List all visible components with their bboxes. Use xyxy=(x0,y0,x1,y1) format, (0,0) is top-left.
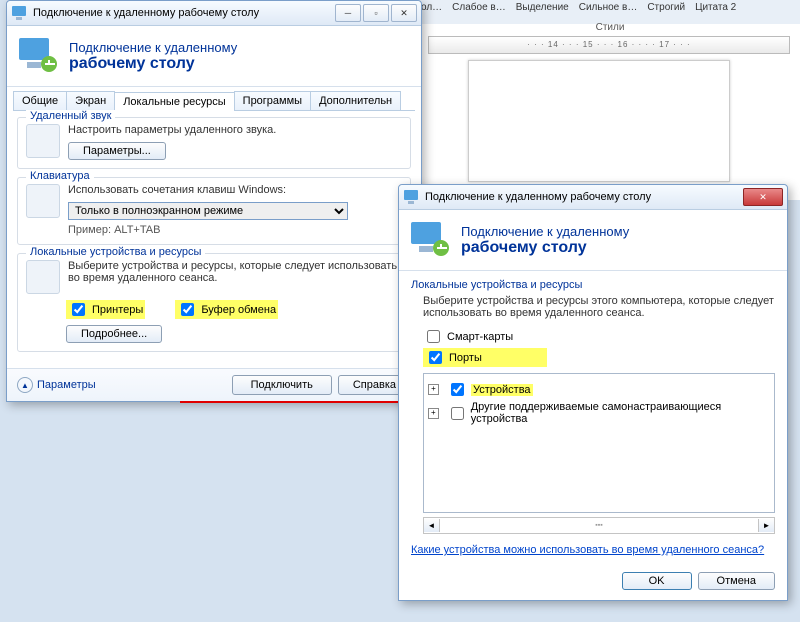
rdp-main-window: Подключение к удаленному рабочему столу … xyxy=(6,0,422,402)
horizontal-ruler: · · · 14 · · · 15 · · · 16 · · · · 17 · … xyxy=(428,36,790,54)
expand-icon[interactable]: + xyxy=(428,408,439,419)
header-line2: рабочему столу xyxy=(461,239,629,257)
checkbox-ports[interactable]: Порты xyxy=(423,348,547,367)
scroll-left-icon[interactable]: ◄ xyxy=(424,519,440,532)
minimize-button[interactable]: ─ xyxy=(335,4,361,22)
header-line1: Подключение к удаленному xyxy=(69,40,237,55)
chevron-up-icon: ▲ xyxy=(17,377,33,393)
tab-general[interactable]: Общие xyxy=(13,91,67,110)
checkbox-clipboard[interactable]: Буфер обмена xyxy=(175,300,278,319)
help-link[interactable]: Какие устройства можно использовать во в… xyxy=(411,544,764,556)
rdp-icon xyxy=(403,189,419,205)
keyboard-icon xyxy=(26,184,60,218)
speaker-icon xyxy=(26,124,60,158)
group-remote-sound: Удаленный звук Настроить параметры удале… xyxy=(17,117,411,169)
tree-item-other-pnp[interactable]: + Другие поддерживаемые самонастраивающи… xyxy=(428,401,770,425)
checkbox-printers[interactable]: Принтеры xyxy=(66,300,145,319)
horizontal-scrollbar[interactable]: ◄ ▪▪▪ ► xyxy=(423,517,775,534)
sound-settings-button[interactable]: Параметры... xyxy=(68,142,166,160)
close-button[interactable]: ✕ xyxy=(391,4,417,22)
tab-strip: Общие Экран Локальные ресурсы Программы … xyxy=(13,91,415,111)
close-button[interactable]: ✕ xyxy=(743,188,783,206)
rdp-icon xyxy=(11,5,27,21)
window-title: Подключение к удаленному рабочему столу xyxy=(33,7,335,19)
printer-icon xyxy=(26,260,60,294)
cancel-button[interactable]: Отмена xyxy=(698,572,775,590)
rdp-more-dialog: Подключение к удаленному рабочему столу … xyxy=(398,184,788,601)
devices-tree[interactable]: + Устройства + Другие поддерживаемые сам… xyxy=(423,373,775,513)
background-word-app: агол…Слабое в…ВыделениеСильное в…Строгий… xyxy=(420,0,800,200)
group-keyboard: Клавиатура Использовать сочетания клавиш… xyxy=(17,177,411,245)
header-line1: Подключение к удаленному xyxy=(461,224,629,239)
tree-item-drives[interactable]: + Устройства xyxy=(428,380,770,399)
rdp-header-icon xyxy=(409,218,453,262)
group-label: Локальные устройства и ресурсы xyxy=(411,279,775,291)
options-toggle[interactable]: ▲ Параметры xyxy=(17,377,96,393)
keyboard-combo[interactable]: Только в полноэкранном режиме xyxy=(68,202,348,220)
maximize-button[interactable]: ▫ xyxy=(363,4,389,22)
more-button[interactable]: Подробнее... xyxy=(66,325,162,343)
rdp-header-icon xyxy=(17,34,61,78)
checkbox-smartcards[interactable]: Смарт-карты xyxy=(423,327,775,346)
ok-button[interactable]: OK xyxy=(622,572,692,590)
connect-button[interactable]: Подключить xyxy=(232,375,332,395)
document-page xyxy=(468,60,730,182)
ribbon-group-label: Стили xyxy=(420,20,800,33)
tab-display[interactable]: Экран xyxy=(66,91,115,110)
tab-advanced[interactable]: Дополнительн xyxy=(310,91,401,110)
window-title: Подключение к удаленному рабочему столу xyxy=(425,191,743,203)
header-line2: рабочему столу xyxy=(69,55,237,73)
tab-programs[interactable]: Программы xyxy=(234,91,311,110)
scroll-right-icon[interactable]: ► xyxy=(758,519,774,532)
group-local-devices: Локальные устройства и ресурсы Выберите … xyxy=(17,253,411,352)
tab-local-resources[interactable]: Локальные ресурсы xyxy=(114,92,234,111)
expand-icon[interactable]: + xyxy=(428,384,439,395)
